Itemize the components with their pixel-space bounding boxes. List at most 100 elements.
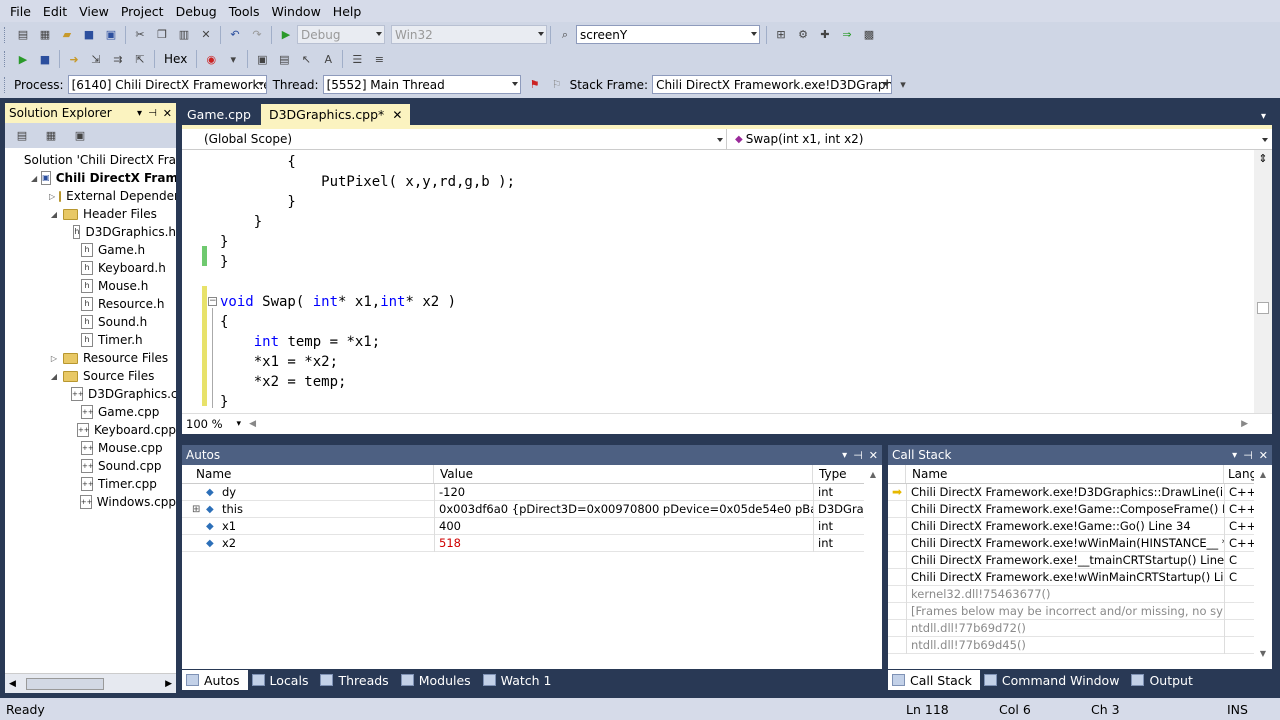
pointer-icon[interactable]: ↖ [298,51,314,67]
expand-icon[interactable]: ⊞ [192,504,206,515]
dropdown-arrow-icon[interactable]: ▾ [225,51,241,67]
tree-item[interactable]: ++ Keyboard.cpp [5,421,176,439]
tree-item[interactable]: ▷ Resource Files [5,349,176,367]
tree-item[interactable]: h Timer.h [5,331,176,349]
code-area[interactable]: − { PutPixel( x,y,rd,g,b ); } }}} void S… [182,150,1272,413]
variable-value[interactable]: -120 [439,485,465,499]
new-project-icon[interactable]: ▤ [15,27,31,43]
process-combo[interactable]: [6140] Chili DirectX Framework.exe [67,75,267,94]
tab-watch-1[interactable]: Watch 1 [479,670,560,690]
window-position-icon[interactable]: ▾ [842,450,847,461]
pin-icon[interactable]: ⊣ [148,108,157,119]
stack-frame-combo[interactable]: Chili DirectX Framework.exe!D3DGraphics: [652,75,893,94]
scrollbar-thumb[interactable] [25,677,104,690]
scroll-down-icon[interactable]: ▼ [1254,649,1272,658]
tree-item[interactable]: h Resource.h [5,295,176,313]
solution-config-combo[interactable]: Debug [297,25,385,44]
find-in-files-icon[interactable]: ⌕ [557,27,573,43]
window-position-icon[interactable]: ▾ [1232,450,1237,461]
scroll-right-icon[interactable]: ▶ [1241,419,1248,429]
tab-threads[interactable]: Threads [316,670,396,690]
zoom-level[interactable]: 100 % [186,417,223,431]
tree-item[interactable]: h Mouse.h [5,277,176,295]
tab-command-window[interactable]: Command Window [980,670,1128,690]
autos-row[interactable]: ◆ x2 518 int [182,534,882,552]
solution-platform-combo[interactable]: Win32 [391,25,547,44]
split-icon[interactable]: ⇕ [1257,152,1269,166]
find-combo[interactable]: screenY [576,25,760,44]
tree-item[interactable]: h Keyboard.h [5,259,176,277]
tree-item[interactable]: h Sound.h [5,313,176,331]
tree-item[interactable]: ◢ Source Files [5,367,176,385]
properties-icon[interactable]: ▤ [14,128,30,144]
font-size-icon[interactable]: A [320,51,336,67]
solution-explorer-title-bar[interactable]: Solution Explorer ▾ ⊣ ✕ [5,103,176,123]
tree-item[interactable]: ◢ ▣ Chili DirectX Framew [5,169,176,187]
tree-item[interactable]: ++ Game.cpp [5,403,176,421]
step-into-icon[interactable]: ⇲ [88,51,104,67]
tree-item[interactable]: ◢ Header Files [5,205,176,223]
scroll-up-icon[interactable]: ▲ [1254,470,1272,479]
tab-list-icon[interactable]: ▾ [1261,111,1266,125]
tree-item[interactable]: Solution 'Chili DirectX Fra [5,151,176,169]
column-lang[interactable]: Lang [1224,465,1257,483]
add-item-icon[interactable]: ▦ [37,27,53,43]
tab-locals[interactable]: Locals [248,670,317,690]
tab-autos[interactable]: Autos [182,670,248,690]
paste-icon[interactable]: ▥ [176,27,192,43]
horizontal-scrollbar[interactable]: ◀ ▶ [5,673,176,693]
breakpoints-window-icon[interactable]: ◉ [203,51,219,67]
expanded-icon[interactable]: ◢ [49,210,59,219]
start-debugging-icon[interactable]: ▶ [278,27,294,43]
tree-item[interactable]: ++ Sound.cpp [5,457,176,475]
toolbar-grip[interactable] [4,76,8,93]
close-icon[interactable]: ✕ [1259,449,1268,462]
close-icon[interactable]: ✕ [869,449,878,462]
autos-row[interactable]: ◆ dy -120 int [182,483,882,501]
scrollbar-thumb[interactable] [1257,302,1269,314]
autos-row[interactable]: ◆ x1 400 int [182,517,882,535]
variable-value[interactable]: 518 [439,536,461,550]
save-icon[interactable]: ■ [81,27,97,43]
scroll-left-icon[interactable]: ◀ [249,419,256,429]
menu-window[interactable]: Window [266,4,327,19]
scroll-up-icon[interactable]: ▲ [864,470,882,479]
stop-debugging-icon[interactable]: ■ [37,51,53,67]
menu-edit[interactable]: Edit [37,4,73,19]
window-position-icon[interactable]: ▾ [137,108,142,119]
tab-output[interactable]: Output [1127,670,1200,690]
close-tab-icon[interactable]: ✕ [392,108,402,122]
autos-title-bar[interactable]: Autos ▾ ⊣ ✕ [182,445,882,465]
tree-item[interactable]: h D3DGraphics.h [5,223,176,241]
cut-icon[interactable]: ✂ [132,27,148,43]
scroll-left-icon[interactable]: ◀ [9,679,16,689]
scope-combo[interactable]: (Global Scope) [182,129,727,149]
hex-button[interactable]: Hex [164,52,187,66]
variable-value[interactable]: 400 [439,519,461,533]
flag-thread-icon[interactable]: ⚑ [527,77,543,93]
undo-icon[interactable]: ↶ [227,27,243,43]
call-stack-row[interactable]: ➡ Chili DirectX Framework.exe!D3DGraphics… [888,483,1272,501]
save-all-icon[interactable]: ▣ [103,27,119,43]
open-file-icon[interactable]: ▰ [59,27,75,43]
tab-game-cpp[interactable]: Game.cpp [182,107,261,125]
menu-view[interactable]: View [73,4,115,19]
thread-combo[interactable]: [5552] Main Thread [322,75,521,94]
menu-tools[interactable]: Tools [223,4,266,19]
call-stack-row[interactable]: Chili DirectX Framework.exe!__tmainCRTSt… [888,551,1272,569]
comment-lines-icon[interactable]: ☰ [349,51,365,67]
tree-item[interactable]: ++ Windows.cpp [5,493,176,511]
show-next-statement-icon[interactable]: ➜ [66,51,82,67]
pin-icon[interactable]: ⊣ [853,449,863,462]
delete-icon[interactable]: ✕ [198,27,214,43]
flag-icon[interactable]: ⚐ [549,77,565,93]
column-value[interactable]: Value [434,465,813,483]
close-icon[interactable]: ✕ [163,107,172,120]
tree-item[interactable]: h Game.h [5,241,176,259]
tree-item[interactable]: ++ Mouse.cpp [5,439,176,457]
continue-icon[interactable]: ▶ [15,51,31,67]
view-class-diagram-icon[interactable]: ▣ [72,128,88,144]
menu-file[interactable]: File [4,4,37,19]
column-type[interactable]: Type [813,465,863,483]
menu-project[interactable]: Project [115,4,170,19]
